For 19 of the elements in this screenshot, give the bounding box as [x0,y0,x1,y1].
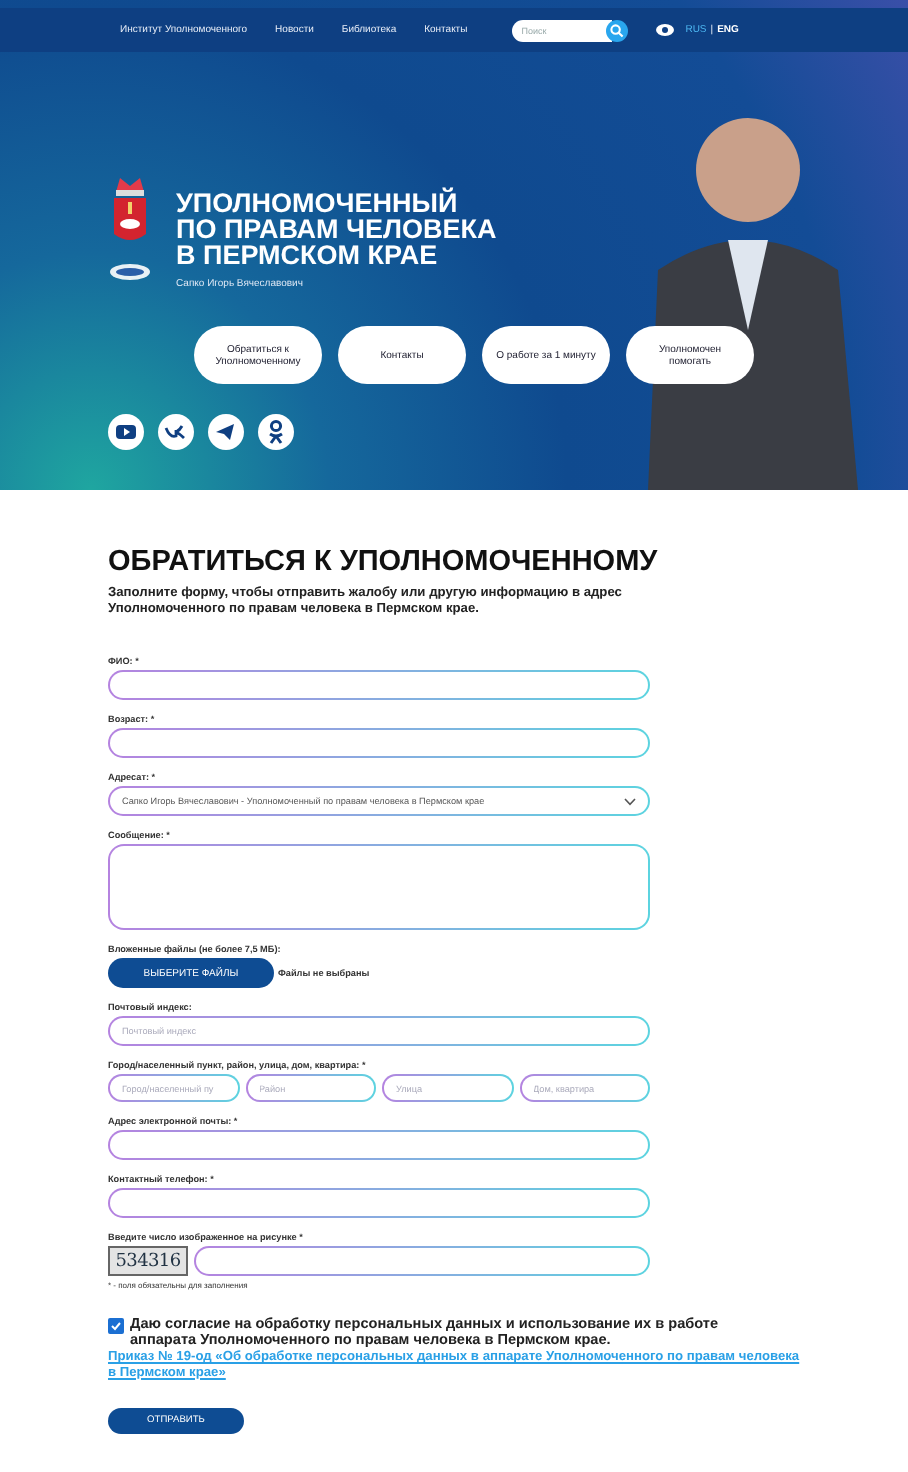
input-field[interactable] [108,728,650,758]
chevron-down-icon [624,797,636,805]
form-title: ОБРАТИТЬСЯ К УПОЛНОМОЧЕННОМУ [108,546,660,578]
video-icon[interactable] [108,414,144,450]
input-field[interactable] [108,670,650,700]
oval-logo-icon [108,262,152,282]
input-field[interactable] [108,1130,650,1160]
eye-icon[interactable] [655,24,674,36]
textarea-field[interactable] [108,844,650,930]
search-icon [609,23,624,37]
checkbox[interactable] [108,1318,124,1334]
checkmark-icon [110,1320,122,1332]
paper-plane-icon[interactable] [208,414,244,450]
vk-icon[interactable] [158,414,194,450]
input-field[interactable] [108,1188,650,1218]
hero-title: УПОЛНОМОЧЕННЫЙ ПО ПРАВАМ ЧЕЛОВЕКА В ПЕРМСКОМ КРАЕ [176,190,497,268]
ok-icon[interactable] [258,414,294,450]
captcha-image: 534316 [108,1246,188,1276]
input-field[interactable] [194,1246,650,1276]
